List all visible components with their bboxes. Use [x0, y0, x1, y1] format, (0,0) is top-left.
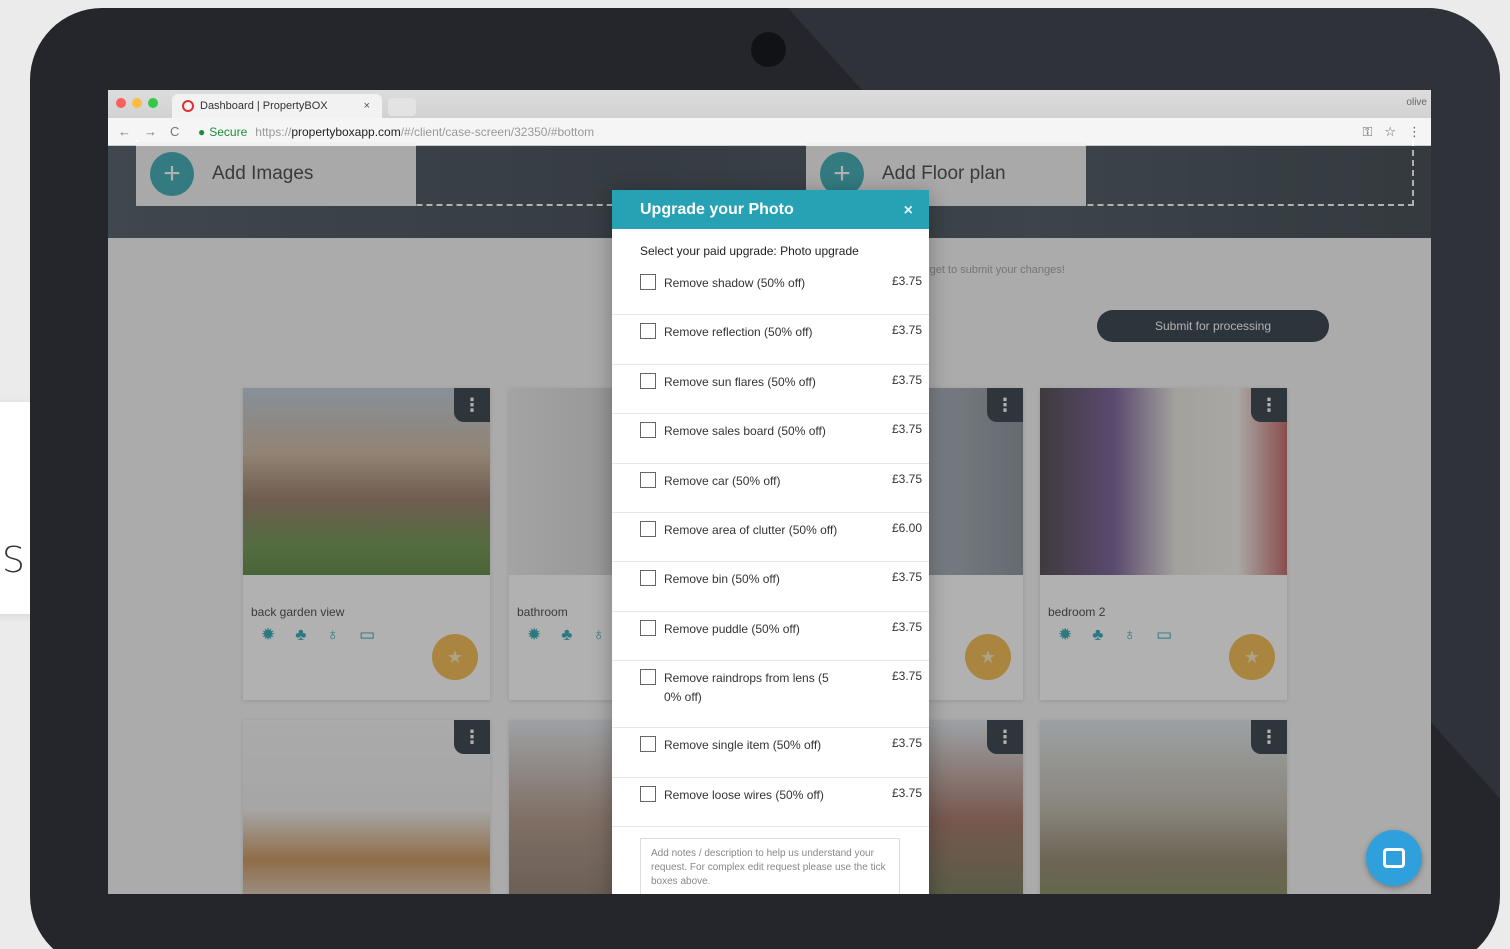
option-checkbox[interactable]: [640, 372, 656, 389]
profile-name[interactable]: olive: [1406, 97, 1427, 108]
upgrade-option[interactable]: Remove sales board (50% off) £3.75: [612, 414, 929, 464]
url-host: propertyboxapp.com: [291, 124, 401, 139]
option-label: Remove bin (50% off): [664, 572, 780, 587]
option-label: Remove loose wires (50% off): [664, 787, 824, 802]
close-icon[interactable]: ×: [904, 202, 913, 220]
option-label: Remove sales board (50% off): [664, 424, 826, 439]
upgrade-option[interactable]: Remove area of clutter (50% off) £6.00: [612, 513, 929, 563]
option-price: £3.75: [891, 619, 922, 634]
modal-title: Upgrade your Photo: [640, 200, 794, 218]
maximize-window-icon[interactable]: [148, 98, 158, 108]
reload-icon[interactable]: C: [170, 124, 186, 139]
upgrade-option[interactable]: Remove bin (50% off) £3.75: [612, 562, 929, 612]
chat-button[interactable]: [1366, 830, 1422, 886]
option-price: £3.75: [891, 372, 922, 387]
browser-tabbar: Dashboard | PropertyBOX × olive: [108, 90, 1431, 118]
opera-logo-icon: [182, 100, 194, 112]
option-checkbox[interactable]: [640, 422, 656, 439]
window-controls: [116, 98, 158, 108]
option-price: £3.75: [891, 669, 922, 684]
upgrade-option[interactable]: Remove reflection (50% off) £3.75: [612, 315, 929, 365]
tab-title: Dashboard | PropertyBOX: [200, 100, 328, 112]
url-field[interactable]: https://propertyboxapp.com/#/client/case…: [255, 125, 594, 139]
forward-icon[interactable]: →: [144, 124, 160, 139]
upgrade-option[interactable]: Remove single item (50% off) £3.75: [612, 728, 929, 778]
option-label: Remove reflection (50% off): [664, 325, 813, 340]
secure-label: Secure: [209, 124, 248, 139]
url-path: /#/client/case-screen/32350/#bottom: [400, 124, 595, 139]
address-bar-icons: ⚿ ☆ ⋮: [1362, 124, 1421, 140]
option-price: £3.75: [891, 736, 922, 751]
option-checkbox[interactable]: [640, 785, 656, 802]
camera-icon: [751, 32, 786, 67]
back-icon[interactable]: ←: [118, 124, 134, 139]
upgrade-option[interactable]: Remove raindrops from lens (5 0% off) £3.…: [612, 661, 929, 729]
option-label: Remove area of clutter (50% off): [664, 522, 838, 537]
modal-header: Upgrade your Photo ×: [612, 190, 929, 229]
option-checkbox[interactable]: [640, 570, 656, 587]
option-price: £3.75: [891, 570, 922, 585]
option-checkbox[interactable]: [640, 619, 656, 636]
option-label: Remove shadow (50% off): [664, 276, 806, 290]
option-label: Remove puddle (50% off): [664, 621, 800, 636]
option-checkbox[interactable]: [640, 669, 656, 686]
upgrade-photo-modal: Upgrade your Photo × Select your paid up…: [612, 190, 929, 894]
option-price: £3.75: [891, 323, 922, 338]
option-label: Remove single item (50% off): [664, 738, 822, 753]
option-checkbox[interactable]: [640, 471, 656, 488]
option-checkbox[interactable]: [640, 520, 656, 537]
screen: Dashboard | PropertyBOX × olive ← → C ● …: [108, 90, 1431, 894]
option-checkbox[interactable]: [640, 736, 656, 753]
minimize-window-icon[interactable]: [132, 98, 142, 108]
option-label: Remove raindrops from lens (5 0% off): [664, 671, 829, 705]
url-scheme: https://: [255, 124, 292, 139]
key-icon[interactable]: ⚿: [1362, 124, 1372, 140]
upgrade-option[interactable]: Remove loose wires (50% off) £3.75: [612, 778, 929, 827]
tablet-frame: Dashboard | PropertyBOX × olive ← → C ● …: [30, 8, 1500, 949]
option-checkbox[interactable]: [640, 323, 656, 340]
close-window-icon[interactable]: [116, 98, 126, 108]
option-price: £3.75: [891, 785, 922, 800]
background-card-letter: S: [2, 540, 25, 581]
bookmark-star-icon[interactable]: ☆: [1384, 124, 1396, 140]
option-price: £6.00: [891, 520, 922, 535]
option-label: Remove car (50% off): [664, 473, 781, 488]
chat-icon: [1383, 848, 1405, 868]
browser-tab[interactable]: Dashboard | PropertyBOX ×: [172, 94, 382, 118]
modal-subtitle: Select your paid upgrade: Photo upgrade: [640, 244, 859, 258]
lock-icon: ●: [198, 124, 206, 139]
notes-textarea[interactable]: Add notes / description to help us under…: [640, 838, 900, 894]
upgrade-option[interactable]: Remove car (50% off) £3.75: [612, 464, 929, 513]
option-price: £3.75: [891, 274, 922, 288]
close-tab-icon[interactable]: ×: [364, 100, 370, 112]
option-price: £3.75: [891, 422, 922, 437]
new-tab-button[interactable]: [388, 98, 416, 116]
upgrade-option[interactable]: Remove puddle (50% off) £3.75: [612, 612, 929, 662]
upgrade-option[interactable]: Remove sun flares (50% off) £3.75: [612, 365, 929, 415]
option-label: Remove sun flares (50% off): [664, 374, 816, 389]
option-price: £3.75: [891, 471, 922, 486]
option-checkbox[interactable]: [640, 274, 656, 290]
upgrade-option[interactable]: Remove shadow (50% off) £3.75: [612, 266, 929, 316]
more-menu-icon[interactable]: ⋮: [1408, 124, 1421, 140]
